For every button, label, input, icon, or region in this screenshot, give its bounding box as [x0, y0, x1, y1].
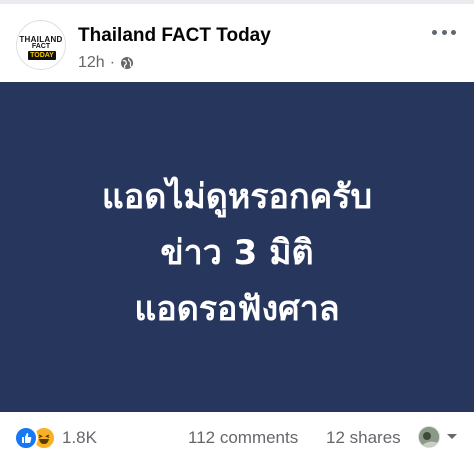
post-timestamp[interactable]: 12h: [78, 54, 105, 72]
page-name-link[interactable]: Thailand FACT Today: [78, 25, 271, 47]
share-as-avatar[interactable]: [418, 426, 440, 448]
meta-separator: ·: [109, 54, 116, 71]
comments-count-link[interactable]: 112 comments: [188, 428, 298, 448]
shares-count-link[interactable]: 12 shares: [326, 428, 401, 448]
more-options-icon[interactable]: [432, 26, 456, 38]
post-text-line-2: ข่าว 3 มิติ: [160, 233, 314, 273]
avatar-logo-line2: FACT: [31, 43, 51, 50]
post-meta: 12h ·: [78, 54, 134, 72]
post-text-line-3: แอดรอฟังศาล: [134, 289, 340, 329]
post-text-line-1: แอดไม่ดูหรอกครับ: [101, 177, 373, 217]
reaction-count: 1.8K: [62, 428, 97, 447]
page-avatar[interactable]: THAILAND FACT TODAY: [16, 20, 66, 70]
post-header: THAILAND FACT TODAY Thailand FACT Today …: [0, 4, 474, 82]
reactions-summary[interactable]: 1.8K: [14, 426, 97, 450]
post-image[interactable]: แอดไม่ดูหรอกครับ ข่าว 3 มิติ แอดรอฟังศาล: [0, 82, 474, 412]
avatar-logo-line3: TODAY: [28, 51, 56, 60]
chevron-down-icon[interactable]: [444, 428, 460, 444]
like-icon: [14, 426, 38, 450]
globe-icon: [120, 56, 134, 70]
post-footer: 1.8K 112 comments 12 shares: [0, 412, 474, 472]
